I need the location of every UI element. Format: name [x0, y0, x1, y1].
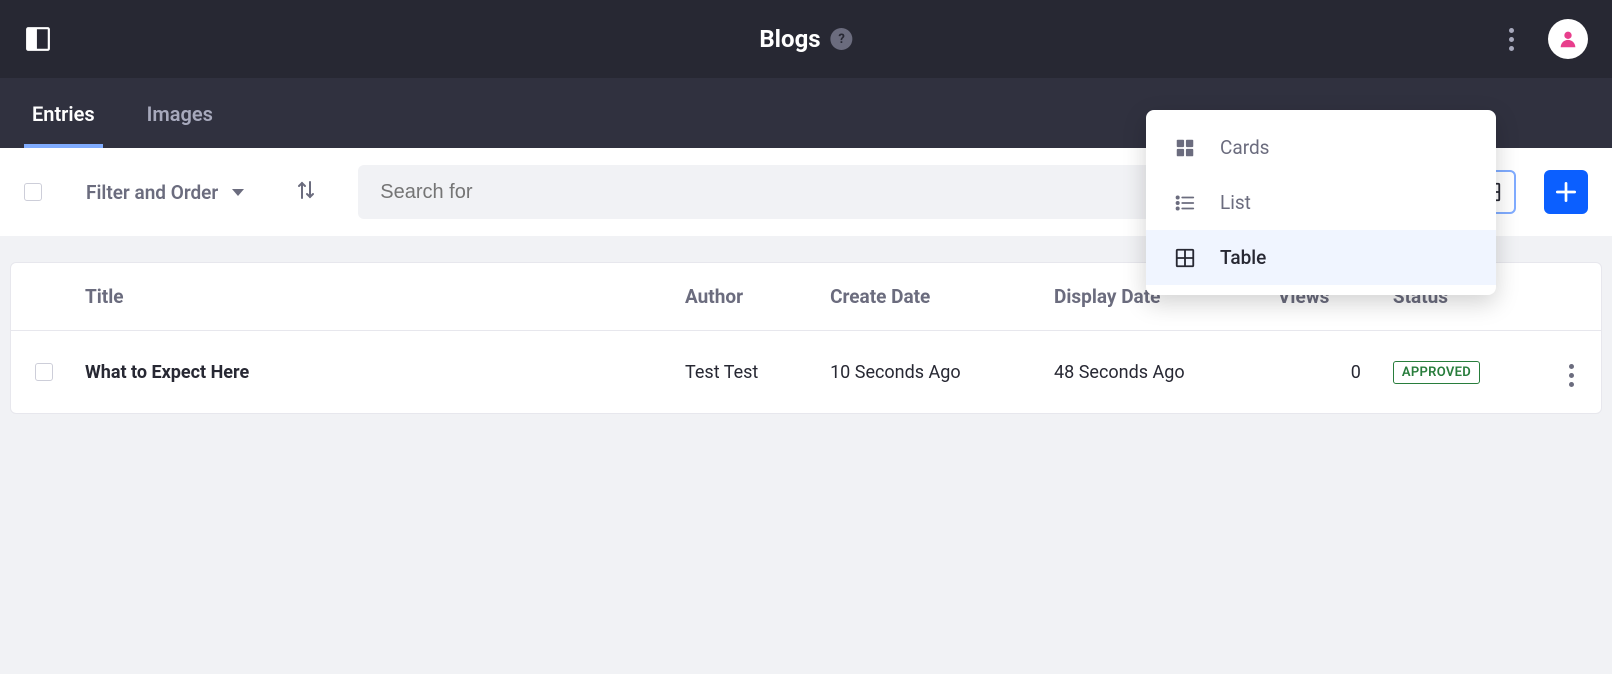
cell-status: APPROVED — [1377, 331, 1541, 413]
plus-icon — [1553, 179, 1579, 205]
cell-create-date: 10 Seconds Ago — [814, 331, 1038, 413]
view-option-cards[interactable]: Cards — [1146, 120, 1496, 175]
user-avatar[interactable] — [1548, 19, 1588, 59]
user-icon — [1557, 28, 1579, 50]
cell-title[interactable]: What to Expect Here — [69, 331, 669, 413]
chevron-down-icon — [232, 189, 244, 196]
column-header-actions — [1541, 263, 1601, 331]
filter-order-button[interactable]: Filter and Order — [80, 181, 250, 204]
column-header-create-date[interactable]: Create Date — [814, 263, 1038, 331]
view-option-table[interactable]: Table — [1146, 230, 1496, 285]
table-row[interactable]: What to Expect Here Test Test 10 Seconds… — [11, 331, 1601, 413]
column-header-author[interactable]: Author — [669, 263, 814, 331]
topbar-right — [1503, 19, 1588, 59]
view-option-list-label: List — [1220, 191, 1251, 214]
help-icon[interactable]: ? — [831, 28, 853, 50]
panel-icon — [25, 26, 51, 52]
tab-entries[interactable]: Entries — [24, 102, 103, 148]
sidebar-toggle-button[interactable] — [24, 25, 52, 53]
column-header-checkbox — [11, 263, 69, 331]
cell-display-date: 48 Seconds Ago — [1038, 331, 1262, 413]
select-all-checkbox[interactable] — [24, 183, 42, 201]
page-title: Blogs — [759, 25, 820, 53]
sort-arrows-icon — [294, 178, 318, 202]
global-actions-button[interactable] — [1503, 22, 1520, 57]
cell-author: Test Test — [669, 331, 814, 413]
row-checkbox[interactable] — [35, 363, 53, 381]
topbar-center: Blogs ? — [759, 25, 852, 53]
add-button[interactable] — [1544, 170, 1588, 214]
view-option-list[interactable]: List — [1146, 175, 1496, 230]
topbar: Blogs ? — [0, 0, 1612, 78]
view-type-dropdown: Cards List Table — [1146, 110, 1496, 295]
cell-views: 0 — [1262, 331, 1377, 413]
view-option-cards-label: Cards — [1220, 136, 1270, 159]
cards-icon — [1174, 137, 1196, 159]
view-option-table-label: Table — [1220, 246, 1266, 269]
status-badge: APPROVED — [1393, 361, 1480, 384]
column-header-title[interactable]: Title — [69, 263, 669, 331]
filter-order-label: Filter and Order — [86, 181, 218, 204]
tab-images[interactable]: Images — [139, 102, 221, 148]
table-icon — [1174, 247, 1196, 269]
row-actions-button[interactable] — [1565, 360, 1578, 391]
list-icon — [1174, 192, 1196, 214]
sort-direction-button[interactable] — [288, 172, 324, 212]
